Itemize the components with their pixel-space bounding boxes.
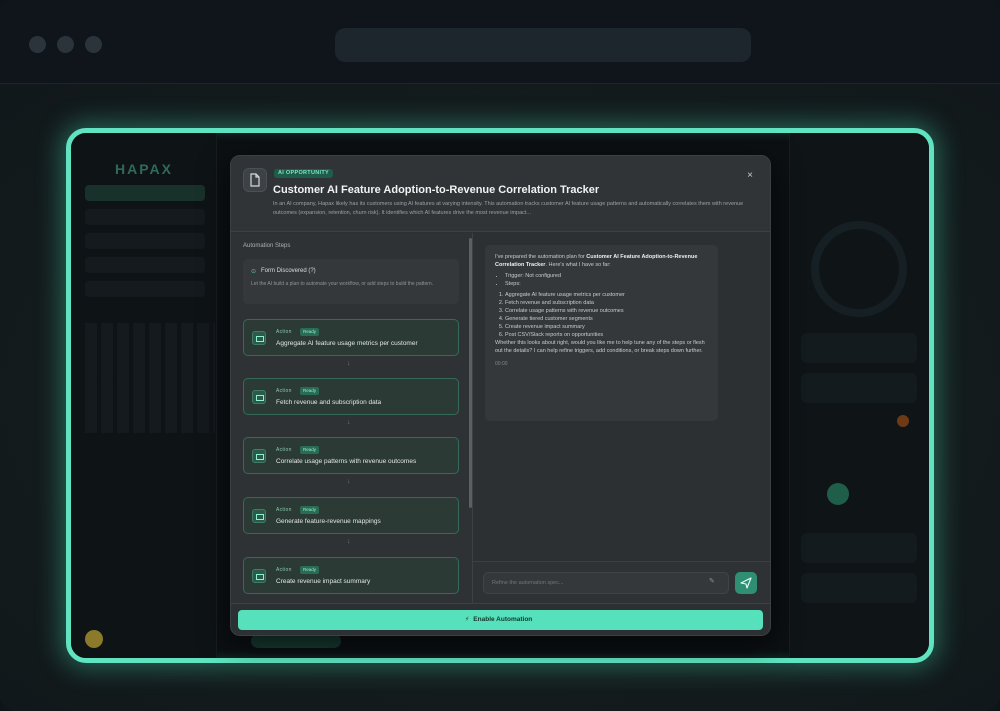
step-kind: Action — [276, 388, 292, 394]
ai-opportunity-badge: AI Opportunity — [274, 169, 333, 178]
chat-panel: I've prepared the automation plan for Cu… — [473, 233, 770, 603]
step-action-icon — [252, 331, 266, 345]
browser-window: HAPAX AI Opportunity Customer AI — [0, 0, 1000, 711]
arrow-down-icon: ↓ — [347, 538, 351, 545]
list-item: Steps: — [505, 280, 708, 288]
background-logo: HAPAX — [115, 161, 173, 177]
background-nav-item — [85, 257, 205, 273]
step-status-badge: Ready — [300, 446, 320, 454]
step-card[interactable]: Action Ready Aggregate AI feature usage … — [243, 319, 459, 356]
arrow-down-icon: ↓ — [347, 478, 351, 485]
trigger-icon: ⊙ — [251, 269, 257, 275]
window-close-dot[interactable] — [29, 36, 46, 53]
send-button[interactable] — [735, 572, 757, 594]
window-maximize-dot[interactable] — [85, 36, 102, 53]
lightning-icon: ⚡ — [464, 616, 470, 623]
ai-message-intro: I've prepared the automation plan for Cu… — [495, 254, 698, 268]
background-nav-item — [85, 185, 205, 201]
trigger-title: Form Discovered (?) — [261, 268, 316, 274]
document-icon — [243, 168, 267, 192]
trigger-subtitle: Let the AI build a plan to automate your… — [251, 281, 434, 287]
background-card — [801, 533, 917, 563]
chat-composer: ✎ — [473, 561, 770, 603]
enable-automation-button[interactable]: ⚡ Enable Automation — [238, 610, 763, 630]
steps-section-label: Automation Steps — [243, 243, 291, 249]
step-action-icon — [252, 449, 266, 463]
arrow-down-icon: ↓ — [347, 360, 351, 367]
step-card[interactable]: Action Ready Correlate usage patterns wi… — [243, 437, 459, 474]
step-card[interactable]: Action Ready Fetch revenue and subscript… — [243, 378, 459, 415]
refine-input[interactable] — [483, 572, 729, 594]
step-label: Generate feature-revenue mappings — [276, 518, 381, 525]
step-kind: Action — [276, 567, 292, 573]
step-status-badge: Ready — [300, 506, 320, 514]
enable-automation-label: Enable Automation — [473, 616, 533, 623]
background-avatar — [85, 630, 103, 648]
background-status-dot — [897, 415, 909, 427]
step-label: Create revenue impact summary — [276, 578, 371, 585]
ai-message: I've prepared the automation plan for Cu… — [485, 245, 718, 421]
automation-steps-panel: Automation Steps ⊙ Form Discovered (?) L… — [231, 233, 473, 603]
modal-description: In an AI company, Hapax likely has its c… — [273, 201, 744, 216]
list-item: Post CSV/Slack reports on opportunities — [505, 331, 708, 339]
modal-footer: ⚡ Enable Automation — [231, 603, 770, 635]
step-kind: Action — [276, 329, 292, 335]
step-action-icon — [252, 390, 266, 404]
browser-titlebar — [0, 0, 1000, 84]
background-status-dot — [827, 483, 849, 505]
background-nav-item — [85, 233, 205, 249]
step-kind: Action — [276, 507, 292, 513]
steps-scrollbar[interactable] — [469, 238, 472, 508]
step-status-badge: Ready — [300, 566, 320, 574]
background-sidebar: HAPAX — [71, 133, 217, 658]
arrow-down-icon: ↓ — [347, 419, 351, 426]
step-action-icon — [252, 569, 266, 583]
list-item: Generate tiered customer segments — [505, 315, 708, 323]
step-label: Fetch revenue and subscription data — [276, 399, 382, 406]
background-calendar — [85, 323, 215, 433]
trigger-card[interactable]: ⊙ Form Discovered (?) Let the AI build a… — [243, 259, 459, 304]
background-right-panel — [789, 133, 929, 658]
list-item: Create revenue impact summary — [505, 323, 708, 331]
ai-message-bullets: Trigger: Not configured Steps: — [495, 272, 708, 288]
background-nav-item — [85, 209, 205, 225]
list-item: Aggregate AI feature usage metrics per c… — [505, 291, 708, 299]
background-nav-item — [85, 281, 205, 297]
step-label: Aggregate AI feature usage metrics per c… — [276, 340, 418, 347]
step-label: Correlate usage patterns with revenue ou… — [276, 458, 417, 465]
step-card[interactable]: Action Ready Generate feature-revenue ma… — [243, 497, 459, 534]
attach-icon[interactable]: ✎ — [709, 577, 715, 585]
list-item: Fetch revenue and subscription data — [505, 299, 708, 307]
close-icon[interactable]: × — [742, 168, 758, 184]
address-bar[interactable] — [335, 28, 751, 62]
ai-message-closing: Whether this looks about right, would yo… — [495, 340, 705, 354]
step-status-badge: Ready — [300, 328, 320, 336]
step-status-badge: Ready — [300, 387, 320, 395]
message-timestamp: 00:00 — [495, 361, 508, 367]
background-card — [801, 333, 917, 363]
background-ring-chart — [811, 221, 907, 317]
send-icon — [740, 577, 752, 589]
step-card[interactable]: Action Ready Create revenue impact summa… — [243, 557, 459, 594]
background-pill — [251, 634, 341, 648]
step-action-icon — [252, 509, 266, 523]
window-minimize-dot[interactable] — [57, 36, 74, 53]
background-card — [801, 373, 917, 403]
ai-message-steps: Aggregate AI feature usage metrics per c… — [495, 291, 708, 339]
modal-header: AI Opportunity Customer AI Feature Adopt… — [231, 156, 770, 232]
modal-title: Customer AI Feature Adoption-to-Revenue … — [273, 184, 600, 196]
automation-modal: AI Opportunity Customer AI Feature Adopt… — [230, 155, 771, 636]
step-kind: Action — [276, 447, 292, 453]
list-item: Trigger: Not configured — [505, 272, 708, 280]
background-card — [801, 573, 917, 603]
list-item: Correlate usage patterns with revenue ou… — [505, 307, 708, 315]
